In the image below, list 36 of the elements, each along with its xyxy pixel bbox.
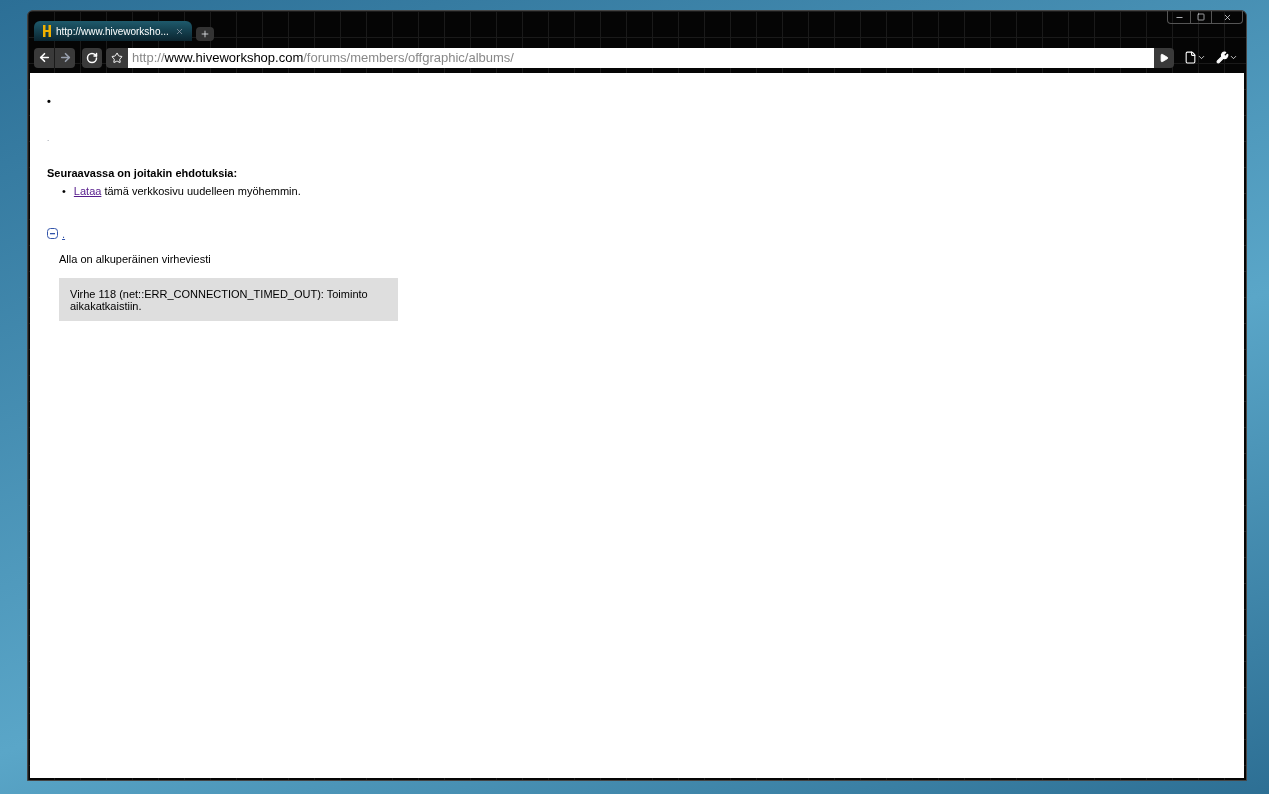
- bullet-mark: •: [47, 96, 51, 107]
- suggestions-heading: Seuraavassa on joitakin ehdotuksia:: [47, 166, 238, 181]
- page-icon: [1184, 51, 1197, 64]
- address-field[interactable]: http://www.hiveworkshop.com/forums/members/offgraphic/albums/: [128, 47, 1154, 68]
- details-link[interactable]: .: [62, 225, 66, 242]
- maximize-icon: [1197, 13, 1205, 21]
- page-menu-button[interactable]: [1184, 51, 1206, 64]
- reload-link[interactable]: Lataa: [73, 184, 102, 197]
- browser-tab[interactable]: http://www.hiveworksho...: [34, 21, 192, 41]
- back-arrow-icon: [37, 51, 51, 64]
- collapse-icon[interactable]: [47, 228, 58, 240]
- forward-arrow-icon: [58, 51, 72, 64]
- caret-icon: [1229, 53, 1238, 62]
- error-message: Virhe 118 (net::ERR_CONNECTION_TIMED_OUT): Toiminto aikakatkaistiin.: [59, 277, 398, 321]
- wrench-icon: [1216, 51, 1229, 64]
- play-icon: [1159, 52, 1169, 63]
- dot-mark: .: [47, 133, 50, 145]
- maximize-button[interactable]: [1190, 11, 1212, 23]
- new-tab-button[interactable]: [196, 27, 214, 41]
- tools-menu-button[interactable]: [1216, 51, 1238, 64]
- site-logo-icon: [42, 25, 52, 37]
- close-icon[interactable]: [175, 26, 184, 36]
- tab-title: http://www.hiveworksho...: [56, 24, 169, 39]
- details-intro: Alla on alkuperäinen virheviesti: [59, 252, 211, 267]
- suggestion-text: Lataa tämä verkkosivu uudelleen myöhemmin.: [73, 183, 301, 198]
- bookmark-star-button[interactable]: [106, 47, 128, 68]
- go-button[interactable]: [1154, 47, 1174, 68]
- reload-button[interactable]: [82, 47, 102, 68]
- reload-icon: [86, 51, 98, 64]
- star-icon: [111, 51, 123, 64]
- forward-button[interactable]: [55, 47, 75, 68]
- back-button[interactable]: [34, 47, 54, 68]
- caret-icon: [1197, 53, 1206, 62]
- close-icon: [1222, 12, 1232, 22]
- plus-icon: [200, 29, 210, 39]
- list-bullet: •: [62, 183, 66, 198]
